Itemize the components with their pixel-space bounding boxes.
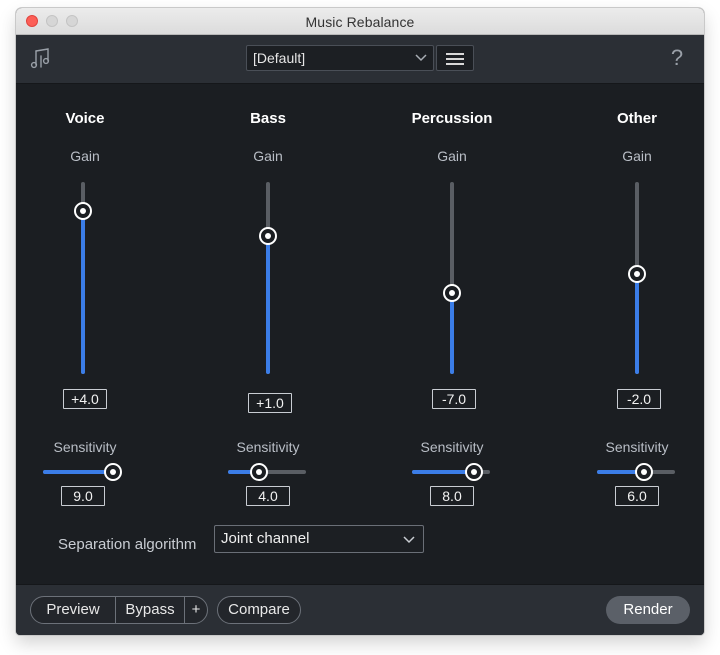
window-title: Music Rebalance (305, 14, 415, 30)
preview-button[interactable]: Preview (31, 597, 115, 623)
sensitivity-slider[interactable] (43, 463, 122, 481)
sensitivity-label: Sensitivity (236, 439, 300, 455)
channel-title: Voice (65, 110, 105, 127)
title-bar: Music Rebalance (16, 8, 704, 35)
gain-label: Gain (70, 148, 100, 164)
gain-value[interactable]: +1.0 (248, 393, 292, 413)
help-button[interactable]: ? (666, 45, 688, 71)
compare-button[interactable]: Compare (217, 596, 301, 624)
gain-slider-thumb[interactable] (74, 202, 92, 220)
sensitivity-slider-thumb[interactable] (250, 463, 268, 481)
preset-dropdown[interactable]: [Default] (246, 45, 434, 71)
sensitivity-slider-thumb[interactable] (465, 463, 483, 481)
gain-slider[interactable] (74, 182, 92, 374)
chevron-down-icon (403, 536, 415, 544)
gain-slider[interactable] (259, 182, 277, 374)
gain-label: Gain (253, 148, 283, 164)
sensitivity-label: Sensitivity (605, 439, 669, 455)
gain-value[interactable]: +4.0 (63, 389, 107, 409)
gain-slider-thumb[interactable] (443, 284, 461, 302)
chevron-down-icon (415, 54, 427, 62)
sensitivity-slider[interactable] (412, 463, 490, 481)
gain-label: Gain (622, 148, 652, 164)
music-rebalance-window: Music Rebalance [Default] ? Voice Gain +… (16, 8, 704, 635)
gain-slider-thumb[interactable] (259, 227, 277, 245)
gain-slider-fill (266, 236, 270, 374)
sensitivity-value[interactable]: 4.0 (246, 486, 290, 506)
channel-title: Other (616, 110, 657, 127)
preview-button-group: Preview Bypass + (30, 596, 208, 624)
sensitivity-label: Sensitivity (420, 439, 484, 455)
gain-slider-fill (635, 274, 639, 374)
gain-slider[interactable] (443, 182, 461, 374)
footer-bar: Preview Bypass + Compare Render (16, 584, 704, 635)
separation-algorithm-dropdown[interactable]: Joint channel (214, 525, 424, 553)
preset-value: [Default] (253, 50, 306, 66)
sensitivity-slider[interactable] (228, 463, 306, 481)
gain-slider[interactable] (628, 182, 646, 374)
bypass-button[interactable]: Bypass (116, 597, 184, 623)
main-panel: Voice Gain +4.0 Sensitivity 9.0 Bass Gai… (16, 84, 704, 584)
separation-algorithm-value: Joint channel (221, 530, 310, 547)
separation-algorithm-label: Separation algorithm (58, 536, 197, 553)
gain-value[interactable]: -7.0 (432, 389, 476, 409)
toolbar: [Default] ? (16, 35, 704, 84)
sensitivity-value[interactable]: 8.0 (430, 486, 474, 506)
plus-button[interactable]: + (185, 597, 207, 623)
sensitivity-slider-fill (43, 470, 113, 474)
sensitivity-label: Sensitivity (53, 439, 117, 455)
channel-title: Bass (250, 110, 286, 127)
sensitivity-value[interactable]: 6.0 (615, 486, 659, 506)
sensitivity-slider[interactable] (597, 463, 675, 481)
sensitivity-slider-thumb[interactable] (104, 463, 122, 481)
gain-label: Gain (437, 148, 467, 164)
hamburger-menu-icon[interactable] (436, 45, 474, 71)
channel-title: Percussion (411, 110, 493, 127)
sensitivity-value[interactable]: 9.0 (61, 486, 105, 506)
render-button[interactable]: Render (606, 596, 690, 624)
gain-value[interactable]: -2.0 (617, 389, 661, 409)
gain-slider-fill (450, 293, 454, 374)
music-rebalance-icon (28, 47, 52, 71)
gain-slider-fill (81, 211, 85, 374)
sensitivity-slider-thumb[interactable] (635, 463, 653, 481)
gain-slider-thumb[interactable] (628, 265, 646, 283)
